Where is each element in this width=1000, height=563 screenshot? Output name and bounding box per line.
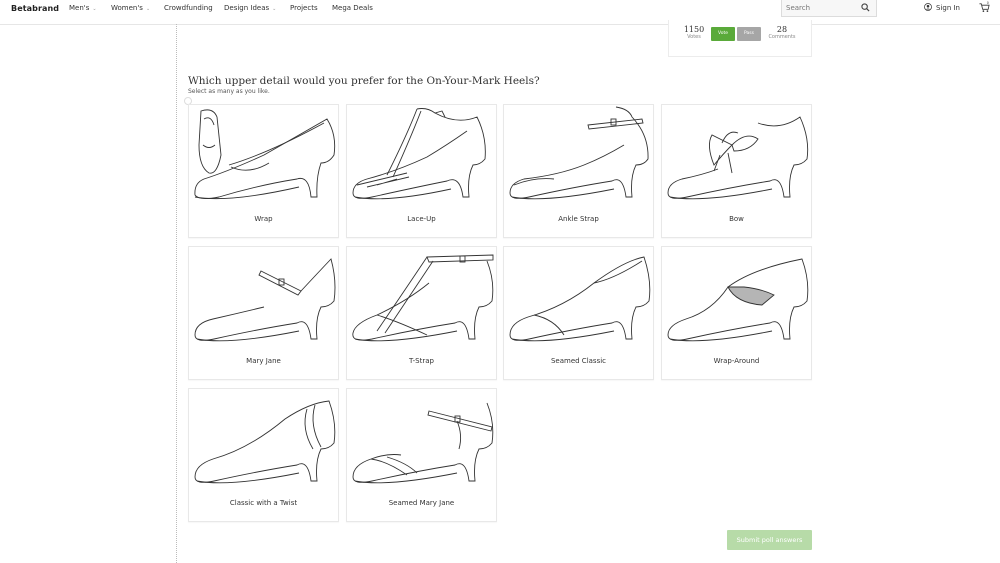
option-label: T-Strap bbox=[409, 357, 434, 365]
option-label: Ankle Strap bbox=[558, 215, 599, 223]
shoe-classic-with-a-twist-illustration bbox=[194, 400, 336, 484]
option-label: Seamed Classic bbox=[550, 357, 607, 365]
shoe-seamed-mary-jane-illustration bbox=[352, 402, 494, 484]
option-label: Wrap-Around bbox=[713, 357, 760, 365]
nav-label: Design Ideas bbox=[224, 4, 270, 12]
sign-in-link[interactable]: Sign In bbox=[924, 3, 960, 12]
option-label: Mary Jane bbox=[246, 357, 281, 365]
nav-item-projects[interactable]: Projects bbox=[290, 4, 318, 12]
search-box bbox=[781, 0, 877, 17]
votes-count: 1150 bbox=[683, 25, 705, 34]
poll-question: Which upper detail would you prefer for … bbox=[188, 75, 540, 87]
vote-panel: 1150 Votes Vote Pass 28 Comments bbox=[668, 20, 812, 57]
divider bbox=[176, 24, 177, 563]
option-label: Seamed Mary Jane bbox=[388, 499, 455, 507]
option-label: Classic with a Twist bbox=[229, 499, 298, 507]
comments-label: Comments bbox=[768, 34, 796, 40]
shoe-t-strap-illustration bbox=[352, 254, 494, 342]
nav-label: Mega Deals bbox=[332, 4, 373, 12]
submit-poll-button[interactable]: Submit poll answers bbox=[727, 530, 812, 550]
votes-label: Votes bbox=[687, 34, 701, 40]
chevron-down-icon: ⌄ bbox=[92, 6, 97, 12]
option-label: Bow bbox=[729, 215, 744, 223]
search-input[interactable] bbox=[786, 2, 858, 13]
chevron-down-icon: ⌄ bbox=[272, 6, 277, 12]
poll-instruction: Select as many as you like. bbox=[188, 88, 270, 95]
shoe-bow-illustration bbox=[667, 116, 809, 200]
nav-label: Men's bbox=[69, 4, 90, 12]
shoe-mary-jane-illustration bbox=[194, 258, 336, 342]
shoe-wrap-around-illustration bbox=[667, 258, 809, 342]
nav-item-womens[interactable]: Women's ⌄ bbox=[111, 4, 150, 12]
poll-option-seamed-classic[interactable]: Seamed Classic bbox=[503, 246, 654, 380]
cart-icon[interactable]: 0 bbox=[979, 1, 990, 13]
vote-button[interactable]: Vote bbox=[711, 27, 735, 41]
shoe-seamed-classic-illustration bbox=[509, 256, 651, 342]
logo[interactable]: Betabrand bbox=[11, 4, 59, 13]
nav-label: Projects bbox=[290, 4, 318, 12]
poll-option-t-strap[interactable]: T-Strap bbox=[346, 246, 497, 380]
option-label: Wrap bbox=[254, 215, 273, 223]
nav-label: Crowdfunding bbox=[164, 4, 213, 12]
search-icon[interactable] bbox=[861, 3, 870, 12]
user-icon bbox=[924, 3, 932, 11]
poll-option-lace-up[interactable]: Lace-Up bbox=[346, 104, 497, 238]
poll-option-seamed-mary-jane[interactable]: Seamed Mary Jane bbox=[346, 388, 497, 522]
nav-item-crowdfunding[interactable]: Crowdfunding bbox=[164, 4, 213, 12]
poll-option-ankle-strap[interactable]: Ankle Strap bbox=[503, 104, 654, 238]
votes-counter: 1150 Votes bbox=[679, 25, 709, 41]
poll-option-classic-with-a-twist[interactable]: Classic with a Twist bbox=[188, 388, 339, 522]
cart-count-badge: 0 bbox=[987, 1, 989, 5]
poll-option-wrap-around[interactable]: Wrap-Around bbox=[661, 246, 812, 380]
poll-option-wrap[interactable]: Wrap bbox=[188, 104, 339, 238]
shoe-wrap-illustration bbox=[194, 109, 336, 200]
comments-counter[interactable]: 28 Comments bbox=[765, 25, 799, 41]
pass-button[interactable]: Pass bbox=[737, 27, 761, 41]
shoe-ankle-strap-illustration bbox=[509, 106, 649, 200]
shoe-lace-up-illustration bbox=[352, 108, 486, 200]
chevron-down-icon: ⌄ bbox=[145, 6, 151, 12]
top-navigation-bar: Betabrand Men's ⌄ Women's ⌄ Crowdfunding D… bbox=[0, 0, 1000, 25]
poll-option-mary-jane[interactable]: Mary Jane bbox=[188, 246, 339, 380]
nav-item-mega-deals[interactable]: Mega Deals bbox=[332, 4, 373, 12]
option-label: Lace-Up bbox=[407, 215, 436, 223]
comments-count: 28 bbox=[776, 25, 788, 34]
poll-option-bow[interactable]: Bow bbox=[661, 104, 812, 238]
nav-item-mens[interactable]: Men's ⌄ bbox=[69, 4, 97, 12]
sign-in-label: Sign In bbox=[936, 4, 960, 12]
nav-label: Women's bbox=[111, 4, 143, 12]
nav-item-design-ideas[interactable]: Design Ideas ⌄ bbox=[224, 4, 276, 12]
